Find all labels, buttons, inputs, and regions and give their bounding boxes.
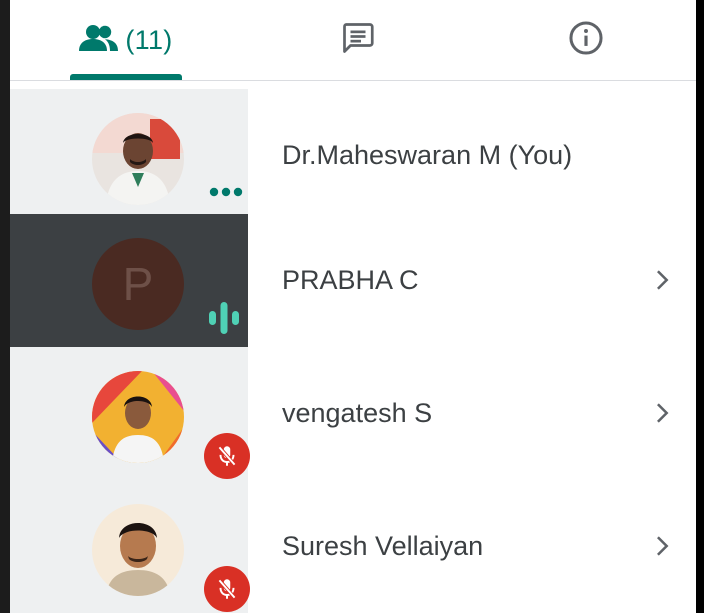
participant-name: Dr.Maheswaran M (You) (282, 140, 573, 170)
participant-row-suresh[interactable]: Suresh Vellaiyan (0, 480, 696, 613)
participant-name: PRABHA C (282, 265, 419, 295)
avatar-column (10, 89, 248, 222)
avatar: P (92, 238, 184, 330)
chevron-right-icon[interactable] (648, 266, 676, 294)
chevron-right-icon[interactable] (648, 399, 676, 427)
tab-people[interactable]: (11) (36, 0, 216, 80)
left-frame-border (0, 0, 10, 613)
active-tab-indicator (70, 74, 182, 80)
info-icon (567, 19, 605, 62)
participant-count: (11) (125, 24, 173, 55)
chevron-right-icon[interactable] (648, 532, 676, 560)
avatar (92, 371, 184, 463)
participant-name: vengatesh S (282, 398, 433, 428)
more-options-icon (206, 185, 246, 199)
mic-off-icon (204, 566, 250, 612)
participant-row-maheswaran[interactable]: Dr.Maheswaran M (You) (0, 89, 696, 222)
tab-info[interactable] (496, 0, 676, 80)
participant-name: Suresh Vellaiyan (282, 531, 484, 561)
people-icon (79, 23, 119, 58)
participant-row-vengatesh[interactable]: vengatesh S (0, 347, 696, 480)
tab-bar: (11) (0, 0, 696, 81)
chat-icon (340, 20, 376, 61)
avatar-column (10, 480, 250, 613)
tab-chat[interactable] (268, 0, 448, 80)
speaking-icon (202, 298, 246, 338)
participant-row-prabha[interactable]: P PRABHA C (0, 214, 696, 347)
avatar (92, 504, 184, 596)
avatar-column: P (10, 214, 248, 347)
avatar (92, 113, 184, 205)
avatar-column (10, 347, 250, 480)
mic-off-icon (204, 433, 250, 479)
participants-panel: (11) Dr.Maheswaran M (You) P PRABHA C ve… (0, 0, 696, 613)
